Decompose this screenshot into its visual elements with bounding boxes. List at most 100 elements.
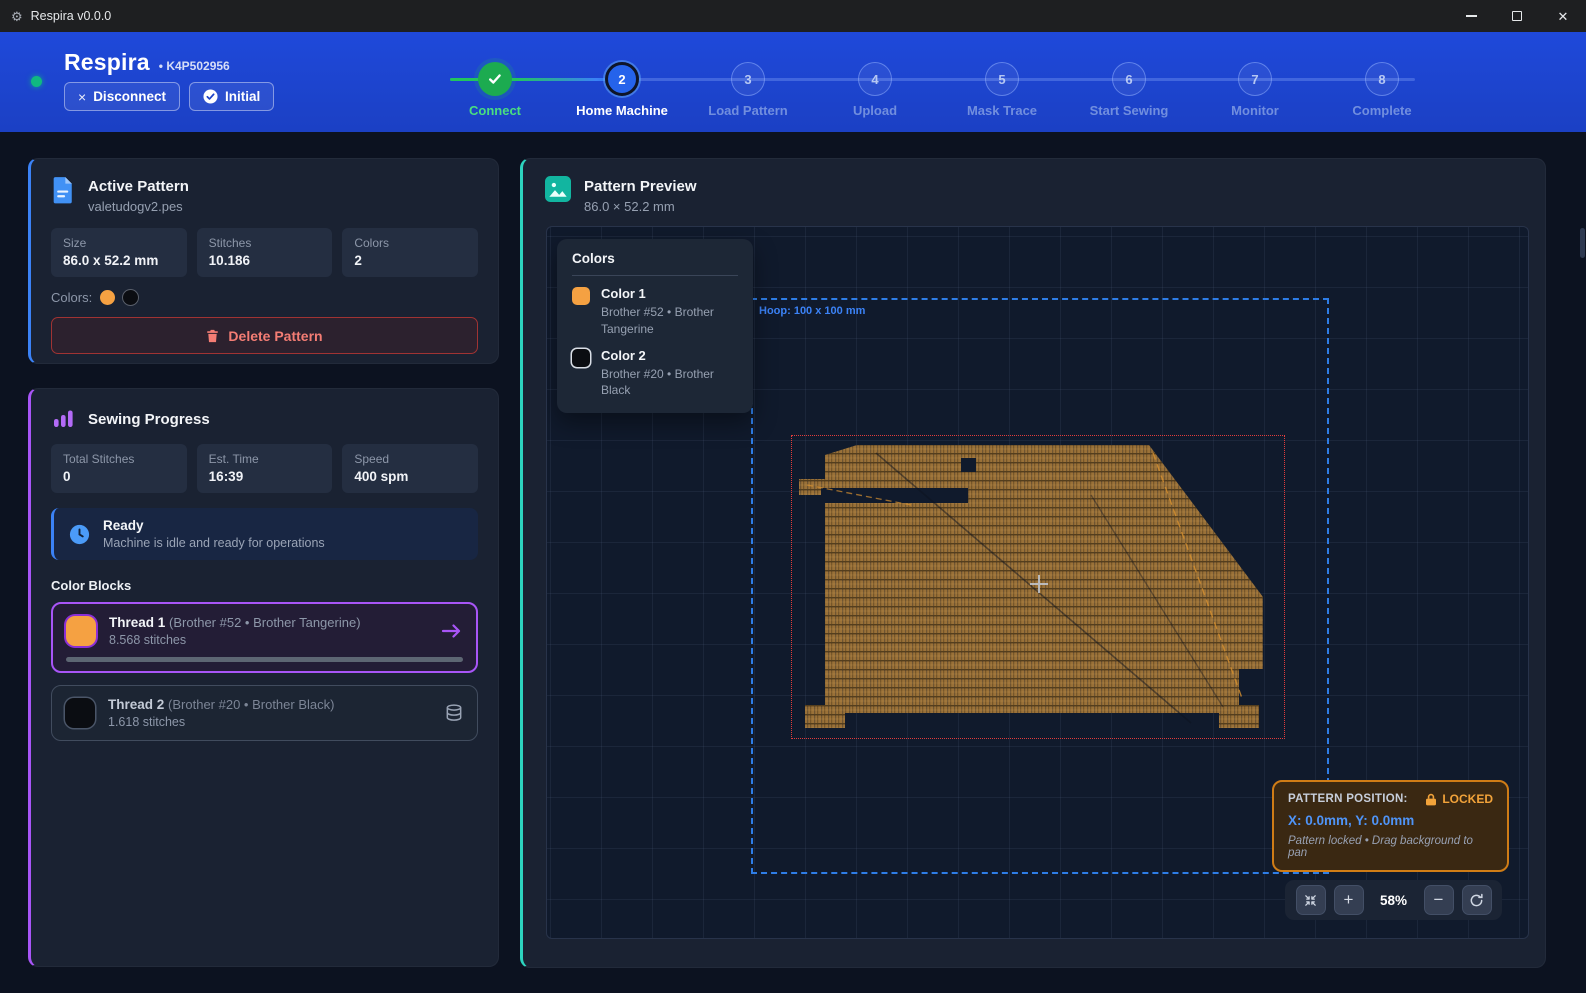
locked-badge: LOCKED [1425,792,1493,806]
window-scrollbar-thumb[interactable] [1580,228,1585,258]
zoom-in-button[interactable]: + [1334,885,1364,915]
stat-value: 2 [354,253,466,268]
window-title: Respira v0.0.0 [31,9,112,23]
brand-block: Respira • K4P502956 [64,49,230,76]
stat-label: Speed [354,452,466,466]
step-number: 6 [1112,62,1146,96]
layers-icon [444,703,464,723]
sewing-progress-header: Sewing Progress [51,406,478,430]
minimize-button[interactable] [1448,0,1494,32]
maximize-button[interactable] [1494,0,1540,32]
refresh-icon [1469,893,1484,908]
step-complete[interactable]: 8 Complete [1322,62,1442,118]
reset-view-button[interactable] [1462,885,1492,915]
step-label: Monitor [1195,103,1315,118]
disconnect-label: Disconnect [93,89,166,104]
step-label: Mask Trace [942,103,1062,118]
thread-1-block[interactable]: Thread 1 (Brother #52 • Brother Tangerin… [51,602,478,673]
step-load-pattern[interactable]: 3 Load Pattern [688,62,808,118]
check-icon [487,71,503,87]
active-pattern-card: Active Pattern valetudogv2.pes Size 86.0… [28,158,499,364]
fit-screen-icon [1303,893,1318,908]
arrow-right-icon [441,623,463,639]
close-button[interactable]: ✕ [1540,0,1586,32]
pattern-stats: Size 86.0 x 52.2 mm Stitches 10.186 Colo… [51,228,478,277]
close-icon: ✕ [1558,10,1569,23]
stat-total-stitches: Total Stitches 0 [51,444,187,493]
step-connect-circle [478,62,512,96]
image-icon [545,176,571,202]
window-titlebar: ⚙ Respira v0.0.0 ✕ [0,0,1586,32]
pattern-dimensions: 86.0 × 52.2 mm [584,199,697,214]
stat-label: Total Stitches [63,452,175,466]
step-home-machine[interactable]: 2 Home Machine [562,62,682,118]
thread-2-swatch [65,698,95,728]
thread-1-name: Thread 1 [109,615,165,630]
app-name: Respira [64,49,150,76]
locked-label: LOCKED [1442,792,1493,806]
window-controls: ✕ [1448,0,1586,32]
trash-icon [206,329,219,343]
color-2-name: Color 2 [601,348,738,363]
thread-1-stitches: 8.568 stitches [109,633,428,647]
stat-value: 86.0 x 52.2 mm [63,253,175,268]
color-1-name: Color 1 [601,286,738,301]
stat-label: Size [63,236,175,250]
step-number: 8 [1365,62,1399,96]
colors-panel: Colors Color 1 Brother #52 • Brother Tan… [557,239,753,413]
step-number: 4 [858,62,892,96]
stat-label: Colors [354,236,466,250]
zoom-out-button[interactable]: − [1424,885,1454,915]
pattern-coordinates: X: 0.0mm, Y: 0.0mm [1288,813,1493,828]
device-bullet: • [159,59,163,73]
card-title: Sewing Progress [88,411,210,428]
step-label: Load Pattern [688,103,808,118]
step-label: Complete [1322,103,1442,118]
center-crosshair-icon [1030,575,1048,593]
stat-value: 0 [63,469,175,484]
app-window: ⚙ Respira v0.0.0 ✕ Respira • K4P502956 ×… [0,0,1586,993]
color-swatch-black [123,290,138,305]
device-serial: K4P502956 [166,59,229,73]
pan-hint: Pattern locked • Drag background to pan [1288,835,1493,859]
step-number: 3 [731,62,765,96]
step-upload[interactable]: 4 Upload [815,62,935,118]
step-label: Upload [815,103,935,118]
step-mask-trace[interactable]: 5 Mask Trace [942,62,1062,118]
colors-panel-title: Colors [572,251,738,266]
status-title: Ready [103,518,325,533]
pattern-position-overlay: PATTERN POSITION: LOCKED X: 0.0mm, Y: 0.… [1272,780,1509,872]
preview-canvas[interactable]: Hoop: 100 x 100 mm [546,226,1529,939]
thread-2-stitches: 1.618 stitches [108,715,431,729]
thread-2-block[interactable]: Thread 2 (Brother #20 • Brother Black) 1… [51,685,478,741]
stat-label: Stitches [209,236,321,250]
step-start-sewing[interactable]: 6 Start Sewing [1069,62,1189,118]
divider [572,275,738,276]
color-entry-1: Color 1 Brother #52 • Brother Tangerine [572,286,738,338]
step-number: 7 [1238,62,1272,96]
sewing-stats: Total Stitches 0 Est. Time 16:39 Speed 4… [51,444,478,493]
sewing-progress-card: Sewing Progress Total Stitches 0 Est. Ti… [28,388,499,967]
step-connect[interactable]: Connect [435,62,555,118]
zoom-controls: + 58% − [1285,880,1502,920]
disconnect-button[interactable]: × Disconnect [64,82,180,111]
stat-label: Est. Time [209,452,321,466]
step-label: Home Machine [562,103,682,118]
active-pattern-header: Active Pattern valetudogv2.pes [51,176,478,214]
card-title: Pattern Preview [584,178,697,195]
thread-1-progress-bar [66,657,463,662]
fit-to-screen-button[interactable] [1296,885,1326,915]
step-monitor[interactable]: 7 Monitor [1195,62,1315,118]
thread-2-detail: (Brother #20 • Brother Black) [168,697,334,712]
stat-value: 400 spm [354,469,466,484]
delete-pattern-button[interactable]: Delete Pattern [51,317,478,354]
disconnect-x-icon: × [78,89,86,105]
stat-speed: Speed 400 spm [342,444,478,493]
stat-est-time: Est. Time 16:39 [197,444,333,493]
machine-status: Ready Machine is idle and ready for oper… [51,508,478,560]
initial-label: Initial [225,89,260,104]
delete-pattern-label: Delete Pattern [228,328,322,344]
initial-button[interactable]: Initial [189,82,274,111]
minimize-icon [1466,15,1477,16]
thread-1-swatch [66,616,96,646]
